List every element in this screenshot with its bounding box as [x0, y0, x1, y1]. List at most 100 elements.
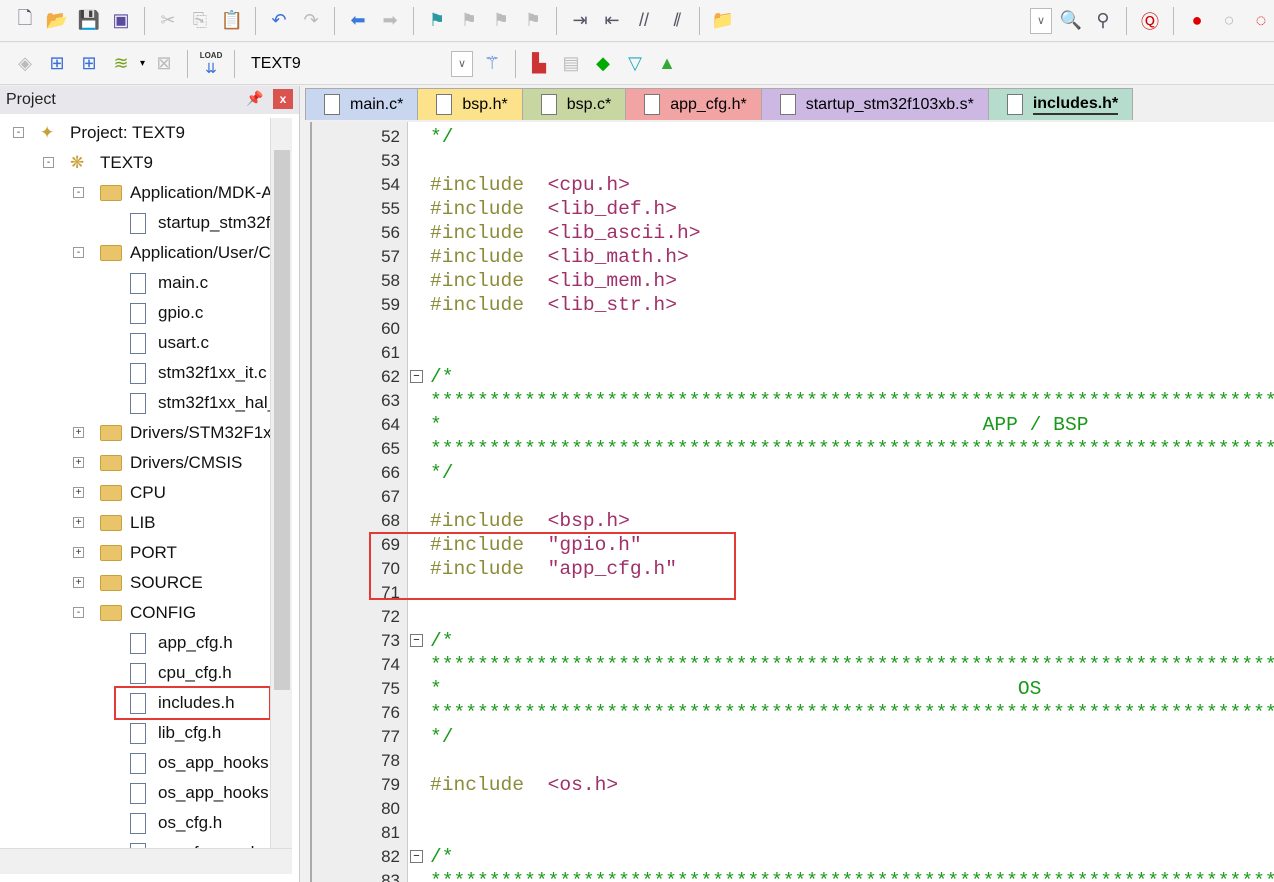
comment-icon[interactable]: // — [631, 8, 657, 34]
forward-arrow-icon[interactable]: ➡ — [377, 8, 403, 34]
tree-item[interactable]: usart.c — [130, 328, 209, 358]
prev-bookmark-icon[interactable]: ⚑ — [456, 8, 482, 34]
tree-item-label: stm32f1xx_hal_msp.c — [158, 393, 270, 412]
new-file-icon[interactable]: 🗋 — [12, 8, 38, 34]
line-number: 75 — [381, 679, 400, 698]
clear-bookmarks-icon[interactable]: ⚑ — [520, 8, 546, 34]
tree-item[interactable]: gpio.c — [130, 298, 203, 328]
tab-bsp-h-[interactable]: bsp.h* — [417, 88, 523, 120]
find-in-files-icon[interactable]: 📁 — [710, 8, 736, 34]
tree-item[interactable]: stm32f1xx_it.c — [130, 358, 267, 388]
open-folder-icon[interactable]: 📂 — [44, 8, 70, 34]
tree-item[interactable]: + Drivers/CMSIS — [73, 448, 242, 478]
expand-icon[interactable]: + — [73, 577, 84, 588]
fold-toggle-icon[interactable]: − — [410, 634, 423, 647]
tab-app-cfg-h-[interactable]: app_cfg.h* — [625, 88, 762, 120]
pack-installer-icon[interactable]: ◆ — [590, 51, 616, 77]
code-line: #include <lib_math.h> — [430, 245, 689, 269]
debug-icon[interactable]: Ⓠ — [1137, 8, 1163, 34]
tree-item[interactable]: os_app_hooks.c — [130, 748, 270, 778]
unindent-icon[interactable]: ⇤ — [599, 8, 625, 34]
pin-icon[interactable]: 📌 — [246, 90, 263, 107]
expand-icon[interactable]: + — [73, 427, 84, 438]
paste-icon[interactable]: 📋 — [219, 8, 245, 34]
tree-item[interactable]: os_app_hooks.h — [130, 778, 270, 808]
build-icon[interactable]: ⊞ — [44, 51, 70, 77]
kill-breakpoints-icon[interactable]: ◌ — [1248, 8, 1274, 34]
undo-icon[interactable]: ↶ — [266, 8, 292, 34]
project-panel: Project 📌 x - ✦ Project: TEXT9 - ❋ TEXT9 - Appl… — [0, 86, 300, 882]
expand-icon[interactable]: + — [73, 517, 84, 528]
back-arrow-icon[interactable]: ⬅ — [345, 8, 371, 34]
target-select[interactable]: TEXT9 — [245, 50, 445, 78]
load-icon[interactable]: LOAD ⇊ — [198, 51, 224, 77]
breakpoint-icon[interactable]: ● — [1184, 8, 1210, 34]
expand-icon[interactable]: + — [73, 487, 84, 498]
code-line: ****************************************… — [430, 869, 1274, 882]
tree-item[interactable]: + LIB — [73, 508, 156, 538]
close-panel-button[interactable]: x — [273, 89, 293, 109]
tree-item[interactable]: os_cfg_app.h — [130, 838, 260, 848]
manage-components-icon[interactable]: ▙ — [526, 51, 552, 77]
file-icon — [130, 812, 146, 834]
tab-includes-h-[interactable]: includes.h* — [987, 88, 1134, 120]
tree-item[interactable]: - Application/MDK-ARM — [73, 178, 270, 208]
tree-item[interactable]: + Drivers/STM32F1xx_HAL_Driver — [73, 418, 270, 448]
target-dropdown[interactable]: ∨ — [451, 50, 474, 77]
next-bookmark-icon[interactable]: ⚑ — [488, 8, 514, 34]
tree-vertical-scrollbar[interactable] — [270, 118, 292, 848]
incremental-find-icon[interactable]: ⚲ — [1090, 8, 1116, 34]
find-dropdown[interactable]: ∨ — [1030, 7, 1052, 34]
tree-item[interactable]: + CPU — [73, 478, 166, 508]
tab-bsp-c-[interactable]: bsp.c* — [521, 88, 627, 120]
cut-icon[interactable]: ✂ — [155, 8, 181, 34]
expand-icon[interactable]: + — [73, 547, 84, 558]
redo-icon[interactable]: ↷ — [298, 8, 324, 34]
file-extensions-icon[interactable]: ▤ — [558, 51, 584, 77]
bookmark-icon[interactable]: ⚑ — [424, 8, 450, 34]
tree-item[interactable]: - ❋ TEXT9 — [43, 148, 153, 178]
tree-item[interactable]: - ✦ Project: TEXT9 — [13, 118, 185, 148]
tree-item[interactable]: cpu_cfg.h — [130, 658, 232, 688]
tree-item[interactable]: lib_cfg.h — [130, 718, 221, 748]
rebuild-icon[interactable]: ⊞ — [76, 51, 102, 77]
tab-startup-stm32f103xb-s-[interactable]: startup_stm32f103xb.s* — [760, 88, 989, 120]
tree-item-label: startup_stm32f103xb.s — [158, 213, 270, 232]
tree-item[interactable]: - CONFIG — [73, 598, 196, 628]
folder-icon — [100, 455, 122, 471]
file-icon — [436, 94, 453, 115]
search-icon[interactable]: 🔍 — [1058, 8, 1084, 34]
uncomment-icon[interactable]: /̸ — [663, 8, 689, 34]
copy-icon[interactable]: ⎘ — [187, 8, 213, 34]
collapse-icon[interactable]: - — [73, 187, 84, 198]
collapse-icon[interactable]: - — [73, 607, 84, 618]
tree-item[interactable]: main.c — [130, 268, 208, 298]
runtime-env-icon[interactable]: ▲ — [654, 51, 680, 77]
tab-main-c-[interactable]: main.c* — [305, 88, 419, 120]
collapse-icon[interactable]: - — [13, 127, 24, 138]
tree-item[interactable]: app_cfg.h — [130, 628, 233, 658]
tree-item[interactable]: startup_stm32f103xb.s — [130, 208, 270, 238]
tree-item[interactable]: + SOURCE — [73, 568, 203, 598]
fold-toggle-icon[interactable]: − — [410, 850, 423, 863]
collapse-icon[interactable]: - — [73, 247, 84, 258]
tree-item[interactable]: os_cfg.h — [130, 808, 222, 838]
indent-icon[interactable]: ⇥ — [567, 8, 593, 34]
save-icon[interactable]: 💾 — [76, 8, 102, 34]
tree-horizontal-scrollbar[interactable] — [0, 848, 292, 874]
code-editor[interactable]: 52 53 54 55 56 57 58 59 60 61 62 63 64 65 66 67 68 69 70 71… — [310, 122, 1274, 882]
collapse-icon[interactable]: - — [43, 157, 54, 168]
stop-build-icon[interactable]: ⊠ — [151, 51, 177, 77]
options-wand-icon[interactable]: ⚚ — [479, 51, 505, 77]
batch-build-icon[interactable]: ≋ — [108, 51, 134, 77]
save-all-icon[interactable]: ▣ — [108, 8, 134, 34]
tree-item[interactable]: - Application/User/Core — [73, 238, 270, 268]
tree-item[interactable]: stm32f1xx_hal_msp.c — [130, 388, 270, 418]
expand-icon[interactable]: + — [73, 457, 84, 468]
translate-icon[interactable]: ◈ — [12, 51, 38, 77]
code-line: #include <bsp.h> — [430, 509, 630, 533]
tree-item[interactable]: + PORT — [73, 538, 177, 568]
filter-icon[interactable]: ▽ — [622, 51, 648, 77]
fold-toggle-icon[interactable]: − — [410, 370, 423, 383]
breakpoint-disabled-icon[interactable]: ○ — [1216, 8, 1242, 34]
